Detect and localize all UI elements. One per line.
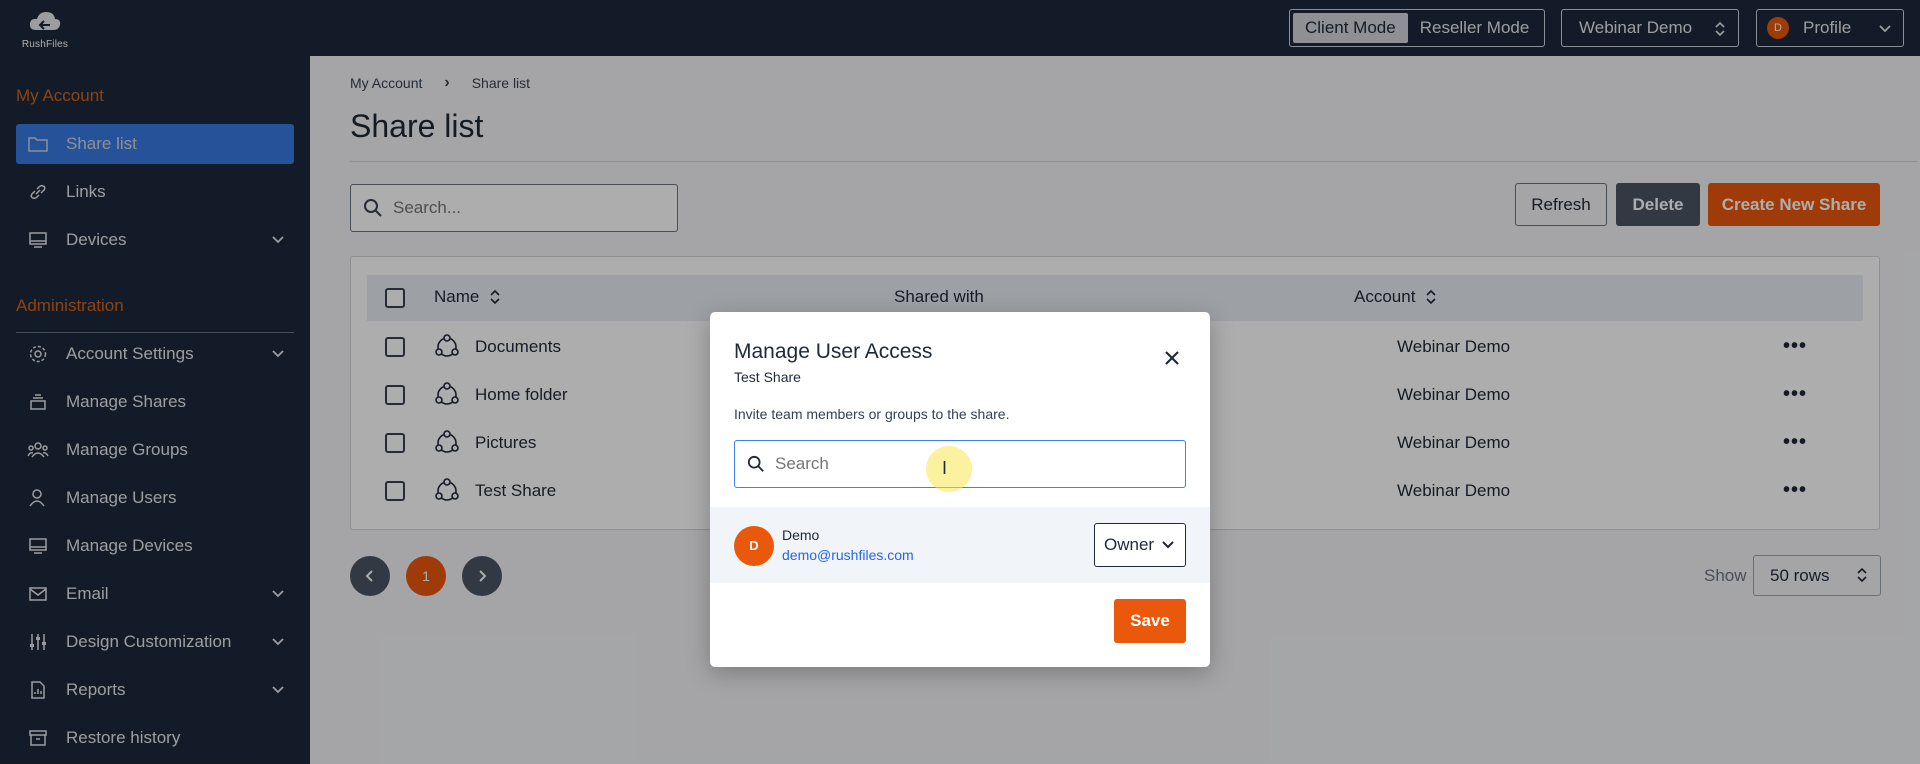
member-row: D Demo demo@rushfiles.com Owner [710,507,1210,583]
dialog-title: Manage User Access [734,340,933,363]
dialog-subtitle: Test Share [734,369,801,385]
member-name: Demo [782,527,820,543]
text-cursor-icon: I [942,458,948,478]
dialog-description: Invite team members or groups to the sha… [734,406,1010,422]
chevron-down-icon [1162,541,1174,549]
close-icon[interactable] [1162,348,1182,368]
save-button[interactable]: Save [1114,599,1186,643]
member-email: demo@rushfiles.com [782,547,914,563]
avatar: D [734,526,774,566]
role-value: Owner [1104,535,1155,554]
manage-user-access-dialog: Manage User Access Test Share Invite tea… [710,312,1210,667]
cursor-highlight [926,446,972,492]
search-icon [747,455,764,472]
role-select[interactable]: Owner [1094,523,1186,567]
